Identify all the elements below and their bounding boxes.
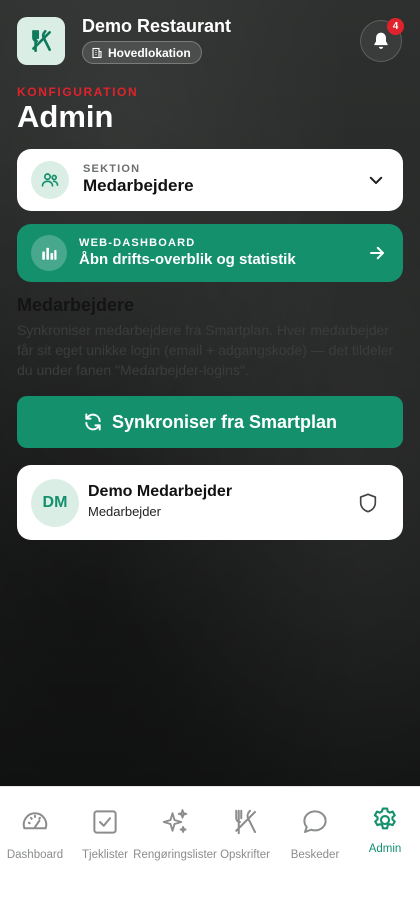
- arrow-right-icon: [370, 246, 384, 260]
- nav-beskeder[interactable]: Beskeder: [280, 807, 350, 877]
- notification-badge: 4: [387, 18, 404, 35]
- bottom-nav: Dashboard Tjeklister Rengøringslister Op…: [0, 786, 420, 909]
- restaurant-name: Demo Restaurant: [82, 16, 232, 36]
- restaurant-logo: [17, 17, 65, 65]
- page-title: Admin: [17, 99, 114, 134]
- location-label: Hovedlokation: [108, 45, 191, 60]
- avatar: DM: [31, 479, 79, 527]
- nav-label: Tjeklister: [81, 849, 128, 861]
- gear-icon: [373, 807, 396, 830]
- utensils-icon: [235, 809, 256, 835]
- dashboard-eyebrow: WEB-DASHBOARD: [79, 237, 196, 249]
- refresh-icon: [85, 413, 101, 431]
- employee-name: Demo Medarbejder: [88, 483, 233, 500]
- nav-label: Dashboard: [6, 849, 64, 861]
- nav-dashboard[interactable]: Dashboard: [0, 807, 70, 877]
- employee-role: Medarbejder: [88, 504, 161, 519]
- building-icon: [92, 47, 102, 58]
- bar-chart-icon: [42, 247, 57, 260]
- chevron-down-icon: [369, 176, 383, 184]
- nav-rengoringslister[interactable]: Rengøringslister: [133, 807, 217, 877]
- nav-tjeklister[interactable]: Tjeklister: [70, 807, 140, 877]
- section-icon-wrap: [31, 161, 69, 199]
- nav-opskrifter[interactable]: Opskrifter: [210, 807, 280, 877]
- sync-button-label: Synkroniser fra Smartplan: [111, 411, 338, 432]
- chat-bubble-icon: [303, 810, 327, 833]
- nav-label: Beskeder: [290, 849, 340, 861]
- nav-admin[interactable]: Admin: [350, 805, 420, 875]
- employees-description: Synkroniser medarbejdere fra Smartplan. …: [17, 322, 394, 378]
- main-content: Demo Restaurant Hovedlokation 4 KONFIGUR…: [0, 0, 420, 786]
- employees-heading: Medarbejdere: [17, 295, 135, 315]
- nav-label: Rengøringslister: [133, 849, 217, 861]
- nav-label: Opskrifter: [220, 849, 270, 861]
- users-icon: [41, 173, 59, 187]
- dashboard-title: Åbn drifts-overblik og statistik: [79, 251, 296, 268]
- list-item[interactable]: DM Demo Medarbejder Medarbejder: [17, 465, 403, 540]
- section-value: Medarbejdere: [83, 176, 194, 195]
- utensils-icon: [32, 29, 51, 53]
- page-eyebrow: KONFIGURATION: [17, 85, 139, 99]
- sparkles-icon: [162, 809, 188, 833]
- sync-smartplan-button[interactable]: Synkroniser fra Smartplan: [17, 396, 403, 448]
- shield-icon[interactable]: [357, 492, 379, 514]
- location-chip[interactable]: Hovedlokation: [82, 41, 202, 64]
- checkbox-icon: [93, 810, 117, 834]
- nav-label: Admin: [368, 843, 402, 855]
- bell-icon: [374, 32, 388, 49]
- dash-icon-wrap: [31, 235, 67, 271]
- gauge-icon: [22, 812, 48, 830]
- web-dashboard-button[interactable]: WEB-DASHBOARD Åbn drifts-overblik og sta…: [17, 224, 403, 282]
- section-eyebrow: SEKTION: [83, 163, 141, 175]
- section-selector[interactable]: SEKTION Medarbejdere: [17, 149, 403, 211]
